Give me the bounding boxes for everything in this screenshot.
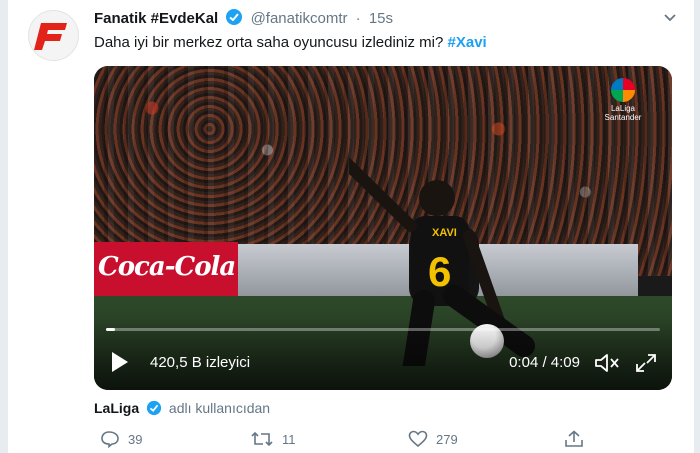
tweet-actions: 39 11 279	[94, 430, 594, 450]
video-progress-bar[interactable]	[106, 328, 660, 331]
source-name[interactable]: LaLiga	[94, 400, 139, 416]
watermark-line2: Santander	[604, 113, 642, 122]
retweet-icon	[251, 431, 273, 447]
ad-board-text: Coca-Cola	[98, 252, 236, 282]
like-button[interactable]: 279	[408, 430, 458, 448]
view-count: 420,5 B izleyici	[150, 354, 251, 371]
video-source: LaLiga adlı kullanıcıdan	[94, 400, 270, 419]
retweet-button[interactable]: 11	[250, 430, 296, 448]
share-icon	[565, 430, 583, 447]
watermark-line1: LaLiga	[610, 104, 636, 113]
tweet-text: Daha iyi bir merkez orta saha oyuncusu i…	[94, 34, 487, 51]
separator-dot: ·	[355, 10, 361, 27]
tweet-header: Fanatik #EvdeKal @fanatikcomtr · 15s	[94, 8, 393, 32]
reply-button[interactable]: 39	[100, 430, 142, 448]
reply-icon	[101, 431, 119, 448]
jersey-number: 6	[428, 248, 451, 295]
verified-badge-icon	[146, 400, 162, 419]
tweet-body: Daha iyi bir merkez orta saha oyuncusu i…	[94, 34, 444, 51]
heart-icon	[408, 430, 428, 448]
jersey-name: XAVI	[432, 227, 457, 239]
author-name[interactable]: Fanatik #EvdeKal	[94, 10, 218, 27]
author-handle[interactable]: @fanatikcomtr	[251, 10, 348, 27]
tweet-timestamp[interactable]: 15s	[369, 10, 393, 27]
mute-icon[interactable]	[594, 352, 620, 379]
tweet-card[interactable]: Fanatik #EvdeKal @fanatikcomtr · 15s Dah…	[7, 0, 695, 453]
like-count: 279	[436, 431, 458, 447]
hashtag-link[interactable]: #Xavi	[448, 34, 487, 51]
verified-badge-icon	[225, 8, 243, 32]
laliga-logo-icon	[611, 78, 635, 102]
fanatik-logo-icon	[34, 23, 67, 50]
retweet-count: 11	[282, 431, 296, 447]
ad-board: Coca-Cola	[94, 242, 238, 298]
play-icon[interactable]	[112, 352, 128, 372]
fullscreen-icon[interactable]	[634, 352, 658, 379]
video-time: 0:04 / 4:09	[509, 354, 580, 371]
laliga-watermark: LaLiga Santander	[588, 78, 658, 122]
video-progress-fill	[106, 328, 115, 331]
share-button[interactable]	[564, 430, 584, 448]
video-player[interactable]: Coca-Cola XAVI 6 LaLiga Santander 420,5 …	[94, 66, 672, 390]
fanatik-avatar[interactable]	[28, 10, 79, 61]
reply-count: 39	[128, 431, 143, 447]
source-suffix: adlı kullanıcıdan	[168, 400, 271, 416]
more-options-chevron-icon[interactable]	[662, 10, 678, 31]
